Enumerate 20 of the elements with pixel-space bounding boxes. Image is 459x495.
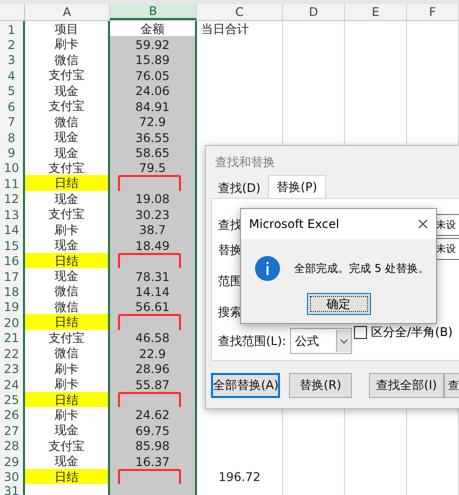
replace-label: 替换 [218,242,242,258]
table-cell [407,484,459,495]
checkbox[interactable]: 区分全/半角(B) [354,324,453,341]
message-text: 全部完成。完成 5 处替换。 [294,260,429,276]
ok-button[interactable]: 确定 [306,293,370,315]
look-in-dropdown[interactable]: 公式 [290,328,352,354]
chevron-icon [340,338,348,344]
message-title: Microsoft Excel [249,217,340,231]
look-in-label: 查找范围(L): [218,332,286,350]
dialog-title: 查找和替换 [215,155,275,169]
dialog-button[interactable]: 查找全部(I) [369,373,444,398]
close-icon[interactable] [418,219,428,229]
column-header[interactable]: B [110,4,197,20]
dialog-button[interactable]: 查 [444,373,459,398]
tab[interactable]: 替换(P) [268,175,326,198]
table-cell [345,484,407,495]
dialog-button[interactable]: 替换(R) [289,373,352,398]
table-cell [283,484,345,495]
info-icon [255,256,280,280]
dialog-button[interactable]: 全部替换(A) [211,373,280,398]
